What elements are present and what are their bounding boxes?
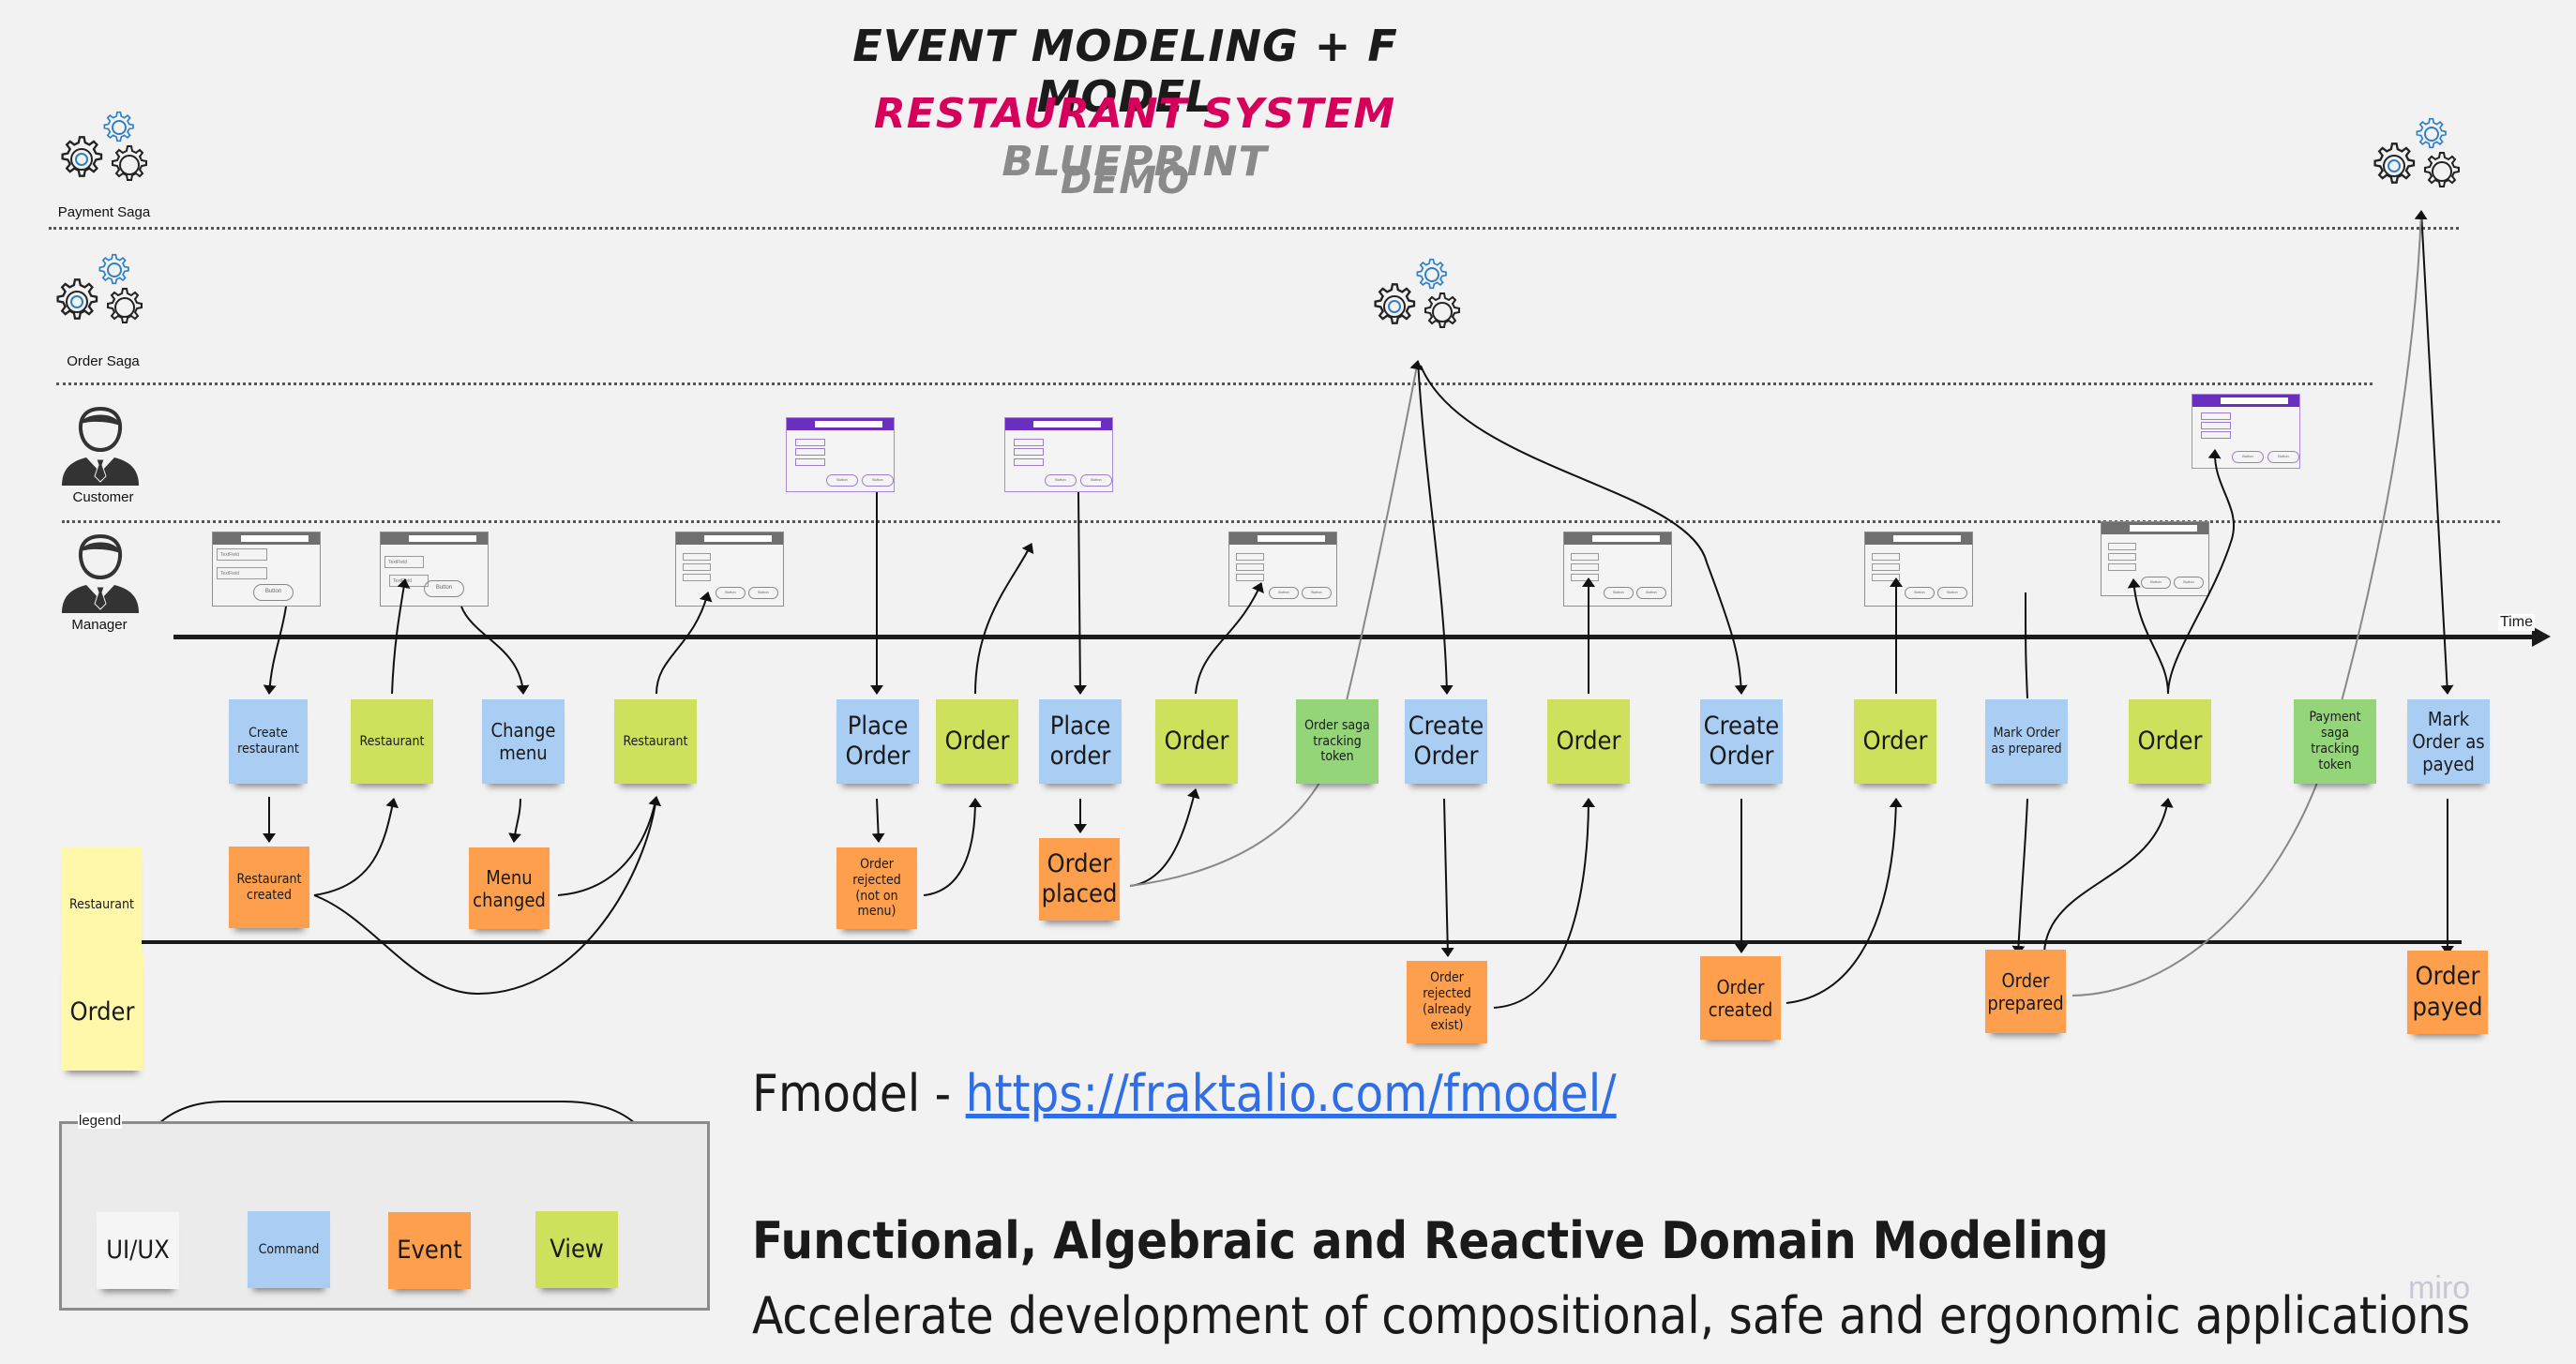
arrow-saga-to-create-order bbox=[1417, 360, 1454, 695]
event-menu-changed[interactable]: Menu changed bbox=[469, 847, 550, 929]
arrow-view2-to-ui bbox=[655, 592, 713, 695]
arrow-mark-prepared-to-prepared bbox=[2011, 798, 2028, 955]
event-order-created[interactable]: Order created bbox=[1700, 956, 1781, 1040]
event-order-rejected-already-exist[interactable]: Order rejected (already exist) bbox=[1407, 961, 1487, 1043]
fmodel-link[interactable]: https://fraktalio.com/fmodel/ bbox=[966, 1064, 1617, 1123]
event-order-rejected-not-on-menu[interactable]: Order rejected (not on menu) bbox=[836, 847, 917, 929]
footer-heading: Functional, Algebraic and Reactive Domai… bbox=[752, 1211, 2109, 1270]
aggregate-order[interactable]: Order bbox=[61, 954, 143, 1071]
event-order-prepared[interactable]: Order prepared bbox=[1985, 950, 2066, 1033]
legend-label: legend bbox=[78, 1113, 123, 1129]
arrow-view-order-to-ui bbox=[974, 543, 1034, 695]
arrow-ui-to-create-restaurant bbox=[263, 606, 287, 695]
view-order-1[interactable]: Order bbox=[936, 699, 1018, 784]
line-prepared-to-payment-saga-token bbox=[2071, 210, 2428, 997]
view-restaurant-2[interactable]: Restaurant bbox=[614, 699, 697, 784]
order-saga-tracking-token[interactable]: Order saga tracking token bbox=[1296, 699, 1378, 784]
view-order-5[interactable]: Order bbox=[2129, 699, 2211, 784]
arrow-change-menu-to-event bbox=[508, 798, 521, 843]
view-order-3[interactable]: Order bbox=[1547, 699, 1630, 784]
view-restaurant-1[interactable]: Restaurant bbox=[351, 699, 433, 784]
line-placed-to-order-saga-token bbox=[1129, 360, 1424, 887]
arrow-place-order-to-rejected bbox=[871, 798, 885, 843]
legend-item-view: View bbox=[535, 1211, 618, 1288]
command-mark-prepared[interactable]: Mark Order as prepared bbox=[1985, 699, 2068, 784]
event-restaurant-created[interactable]: Restaurant created bbox=[229, 847, 309, 928]
arrow-rejected-to-view bbox=[923, 798, 982, 896]
command-place-order-2[interactable]: Place order bbox=[1039, 699, 1122, 784]
aggregate-restaurant[interactable]: Restaurant bbox=[62, 847, 142, 962]
event-order-payed[interactable]: Order payed bbox=[2407, 951, 2488, 1034]
command-create-order-2[interactable]: Create Order bbox=[1700, 699, 1783, 784]
arrow-ui-to-change-menu bbox=[460, 606, 530, 695]
legend-item-event: Event bbox=[388, 1212, 471, 1289]
command-mark-payed[interactable]: Mark Order as payed bbox=[2407, 699, 2490, 784]
arrow-prepared-to-view5 bbox=[2043, 798, 2174, 952]
view-order-2[interactable]: Order bbox=[1155, 699, 1238, 784]
arrow-create-order-to-rejected bbox=[1440, 798, 1454, 957]
payment-saga-tracking-token[interactable]: Payment saga tracking token bbox=[2294, 699, 2376, 784]
arrow-placed-to-view bbox=[1129, 788, 1200, 887]
arrow-view-to-manager-ui bbox=[1195, 582, 1264, 695]
arrow-view-to-ui bbox=[391, 578, 411, 695]
arrow-restaurant-created-to-view bbox=[313, 798, 399, 896]
legend-item-command: Command bbox=[248, 1211, 330, 1288]
footer-tagline: Accelerate development of compositional,… bbox=[752, 1286, 2471, 1345]
command-place-order-1[interactable]: Place Order bbox=[836, 699, 919, 784]
arrow-saga-to-create-order2 bbox=[1420, 365, 1748, 695]
arrow-payment-saga-to-mark-payed bbox=[2420, 210, 2454, 695]
arrow-created-to-view4 bbox=[1785, 798, 1903, 1004]
view-order-4[interactable]: Order bbox=[1854, 699, 1936, 784]
command-create-restaurant[interactable]: Create restaurant bbox=[229, 699, 308, 784]
command-change-menu[interactable]: Change menu bbox=[482, 699, 565, 784]
arrow-ui-to-mark-prepared bbox=[2025, 592, 2028, 699]
arrow-view5-to-customer-ui bbox=[2167, 449, 2235, 695]
fmodel-line: Fmodel - https://fraktalio.com/fmodel/ bbox=[752, 1064, 1617, 1123]
command-create-order-1[interactable]: Create Order bbox=[1405, 699, 1487, 784]
fmodel-prefix: Fmodel - bbox=[752, 1064, 966, 1123]
legend-item-uiux: UI/UX bbox=[97, 1212, 179, 1289]
arrow-menu-changed-to-view bbox=[557, 796, 662, 896]
arrow-ui2-to-place-order bbox=[1073, 491, 1087, 695]
arrow-view5-to-manager-ui bbox=[2127, 578, 2169, 695]
event-order-placed[interactable]: Order placed bbox=[1039, 838, 1120, 921]
miro-watermark: miro bbox=[2408, 1270, 2471, 1306]
arrow-rejected-to-view3 bbox=[1493, 798, 1595, 1009]
